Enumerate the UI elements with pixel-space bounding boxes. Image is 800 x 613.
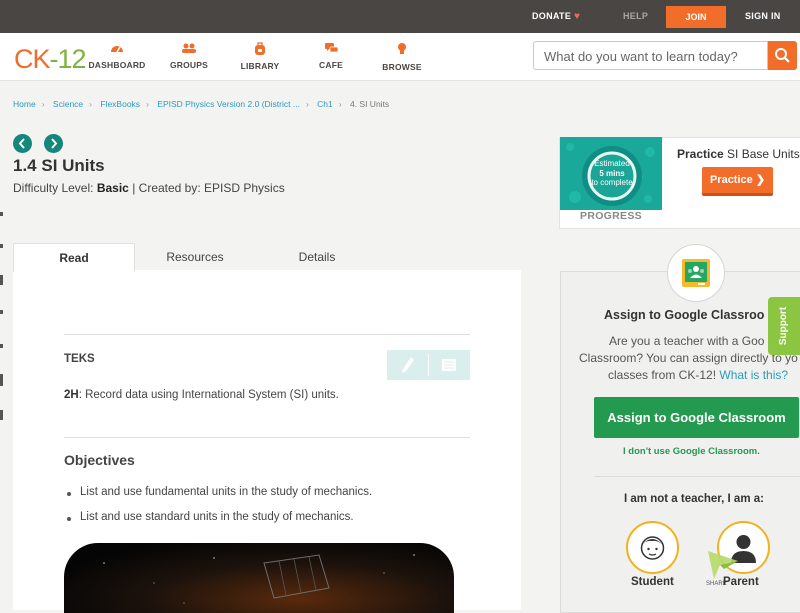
practice-title: Practice SI Base Units xyxy=(677,147,800,161)
donate-label: DONATE xyxy=(532,11,572,21)
progress-label: PROGRESS xyxy=(580,210,642,222)
next-lesson-button[interactable] xyxy=(44,134,63,153)
divider xyxy=(64,437,470,438)
share-label: SHARE xyxy=(706,581,727,587)
breadcrumb-book[interactable]: EPISD Physics Version 2.0 (District ... xyxy=(157,99,300,109)
share-plane-icon xyxy=(708,551,738,579)
teks-statement: 2H: Record data using International Syst… xyxy=(64,389,339,401)
nav-library-label: LIBRARY xyxy=(240,61,280,71)
donate-link[interactable]: DONATE ♥ xyxy=(532,0,580,33)
left-edge-mark xyxy=(0,344,3,348)
chevron-right-icon xyxy=(51,138,58,149)
previous-lesson-button[interactable] xyxy=(13,134,32,153)
dont-use-google-classroom-link[interactable]: I don't use Google Classroom. xyxy=(623,446,760,457)
nav-browse[interactable]: BROWSE xyxy=(367,42,437,72)
breadcrumb-flexbooks[interactable]: FlexBooks xyxy=(100,99,140,109)
space-satellite-image xyxy=(103,554,415,604)
gc-text-line: Are you a teacher with a Goo xyxy=(609,334,765,348)
gc-text: classes from CK-12! xyxy=(608,368,720,382)
chevron-right-icon: ❯ xyxy=(755,174,766,186)
difficulty-line: Difficulty Level: Basic | Created by: EP… xyxy=(13,181,285,195)
progress-ring-icon: Estimated 5 mins to complete xyxy=(566,143,655,206)
search-box xyxy=(533,41,768,71)
created-by: | Created by: EPISD Physics xyxy=(132,181,285,195)
objectives-heading: Objectives xyxy=(64,452,135,468)
estimate-line-1: Estimated xyxy=(594,159,630,168)
library-backpack-icon xyxy=(255,42,265,55)
gc-text-line: classes from CK-12! What is this? xyxy=(608,368,788,382)
teks-label: TEKS xyxy=(64,353,95,365)
left-edge-mark xyxy=(0,212,3,216)
estimate-line-3: to complete xyxy=(591,178,633,187)
nav-cafe[interactable]: CAFE xyxy=(296,42,366,70)
estimate-line-2: 5 mins xyxy=(599,169,625,178)
student-role-button[interactable] xyxy=(626,521,679,574)
gc-title: Assign to Google Classroo xyxy=(604,308,765,322)
divider xyxy=(594,476,800,477)
what-is-this-link[interactable]: What is this? xyxy=(719,368,788,382)
left-edge-mark xyxy=(0,275,3,285)
support-tab[interactable]: Support xyxy=(768,297,800,355)
lesson-image xyxy=(64,543,454,613)
notes-list-icon[interactable] xyxy=(441,358,457,372)
breadcrumb-current: 4. SI Units xyxy=(349,99,390,109)
gc-text-line: Classroom? You can assign directly to yo xyxy=(579,351,798,365)
google-classroom-logo xyxy=(667,244,725,302)
nav-groups[interactable]: GROUPS xyxy=(154,42,224,70)
ck12-logo[interactable]: CK-12 xyxy=(14,44,87,75)
tab-resources[interactable]: Resources xyxy=(135,243,255,271)
practice-button[interactable]: Practice ❯ xyxy=(702,167,773,196)
left-edge-mark xyxy=(0,410,3,420)
support-label: Support xyxy=(778,306,789,346)
google-classroom-icon xyxy=(682,259,710,287)
tab-read[interactable]: Read xyxy=(13,243,135,272)
breadcrumb: Home › Science › FlexBooks › EPISD Physics … xyxy=(13,99,390,109)
left-edge-mark xyxy=(0,310,3,314)
left-edge-mark xyxy=(0,374,3,386)
objective-item: List and use standard units in the study… xyxy=(67,511,354,523)
student-label: Student xyxy=(631,576,674,588)
search-input[interactable] xyxy=(542,42,766,71)
practice-title-bold: Practice xyxy=(677,147,724,161)
search-button[interactable] xyxy=(768,41,797,70)
cafe-chat-icon xyxy=(324,43,338,53)
divider xyxy=(64,334,470,335)
nav-dashboard[interactable]: DASHBOARD xyxy=(82,42,152,70)
chevron-left-icon xyxy=(18,138,25,149)
not-teacher-label: I am not a teacher, I am a: xyxy=(624,493,764,505)
nav-dashboard-label: DASHBOARD xyxy=(88,60,146,70)
page-title: 1.4 SI Units xyxy=(13,156,105,175)
teks-text: : Record data using International System… xyxy=(78,389,339,401)
nav-cafe-label: CAFE xyxy=(319,60,343,70)
objective-item: List and use fundamental units in the st… xyxy=(66,486,373,498)
breadcrumb-home[interactable]: Home xyxy=(13,99,36,109)
difficulty-label: Difficulty Level: xyxy=(13,181,94,195)
student-face-icon xyxy=(640,536,665,560)
difficulty-value: Basic xyxy=(96,181,129,195)
nav-library[interactable]: LIBRARY xyxy=(225,42,295,71)
help-link[interactable]: HELP xyxy=(623,0,648,33)
reading-tools xyxy=(387,350,470,380)
nav-browse-label: BROWSE xyxy=(382,62,422,72)
logo-12: -12 xyxy=(49,44,87,74)
logo-ck: CK xyxy=(14,44,51,74)
browse-bulb-icon xyxy=(398,43,406,54)
sign-in-link[interactable]: SIGN IN xyxy=(745,0,781,33)
groups-people-icon xyxy=(182,43,196,53)
breadcrumb-chapter[interactable]: Ch1 xyxy=(317,99,333,109)
highlighter-pen-icon[interactable] xyxy=(401,356,415,374)
assign-google-classroom-button[interactable]: Assign to Google Classroom xyxy=(594,397,799,438)
heart-icon: ♥ xyxy=(573,11,581,22)
practice-progress-graphic[interactable]: Estimated 5 mins to complete xyxy=(560,137,662,210)
search-icon xyxy=(775,48,790,63)
breadcrumb-science[interactable]: Science xyxy=(53,99,83,109)
tab-details[interactable]: Details xyxy=(257,243,377,271)
teks-code: 2H xyxy=(64,389,79,401)
practice-button-label: Practice xyxy=(709,174,753,186)
dashboard-gauge-icon xyxy=(111,46,123,53)
nav-groups-label: GROUPS xyxy=(169,60,209,70)
join-button[interactable]: JOIN xyxy=(666,6,726,28)
practice-title-rest: SI Base Units xyxy=(723,147,800,161)
left-edge-mark xyxy=(0,244,3,248)
